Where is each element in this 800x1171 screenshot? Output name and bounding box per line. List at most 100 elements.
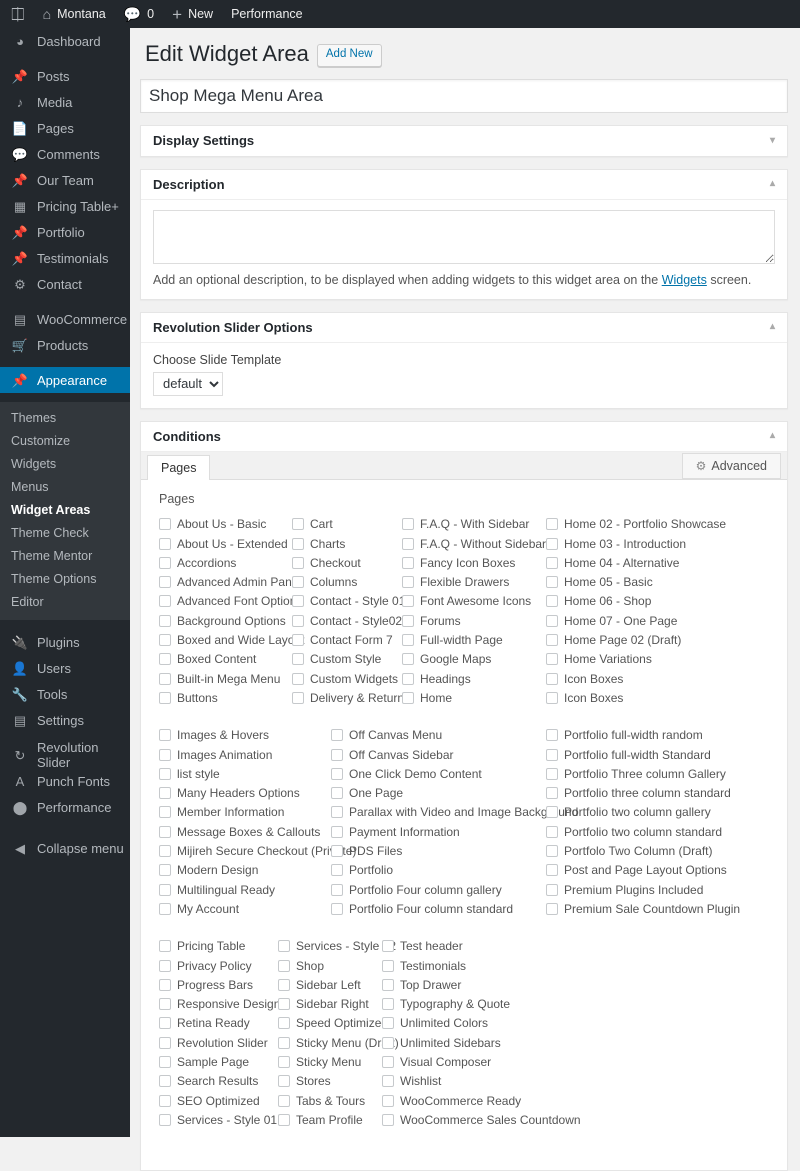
condition-checkbox[interactable] <box>402 518 414 530</box>
sidebar-item-tools[interactable]: 🔧Tools <box>0 681 130 707</box>
condition-checkbox-label[interactable]: Contact - Style 01 <box>310 594 405 608</box>
condition-checkbox-label[interactable]: WooCommerce Sales Countdown <box>400 1113 581 1127</box>
condition-checkbox-label[interactable]: Premium Plugins Included <box>564 883 703 897</box>
condition-checkbox[interactable] <box>402 576 414 588</box>
condition-checkbox-label[interactable]: Sidebar Left <box>296 978 361 992</box>
condition-checkbox-label[interactable]: Top Drawer <box>400 978 461 992</box>
condition-checkbox[interactable] <box>546 557 558 569</box>
condition-checkbox-label[interactable]: Unlimited Sidebars <box>400 1036 501 1050</box>
condition-checkbox-label[interactable]: Post and Page Layout Options <box>564 863 727 877</box>
condition-checkbox-label[interactable]: Testimonials <box>400 959 466 973</box>
condition-checkbox[interactable] <box>292 673 304 685</box>
condition-checkbox[interactable] <box>382 960 394 972</box>
sidebar-subitem-themes[interactable]: Themes <box>0 407 130 430</box>
condition-checkbox[interactable] <box>382 1056 394 1068</box>
condition-checkbox-label[interactable]: Test header <box>400 939 463 953</box>
condition-checkbox[interactable] <box>278 1095 290 1107</box>
condition-checkbox-label[interactable]: PDS Files <box>349 844 402 858</box>
condition-checkbox[interactable] <box>159 960 171 972</box>
chevron-up-icon[interactable]: ▴ <box>770 322 775 332</box>
condition-checkbox-label[interactable]: Headings <box>420 672 471 686</box>
panel-display-settings-header[interactable]: Display Settings ▾ <box>141 126 787 156</box>
condition-checkbox[interactable] <box>159 998 171 1010</box>
condition-checkbox[interactable] <box>159 673 171 685</box>
condition-checkbox[interactable] <box>159 1037 171 1049</box>
condition-checkbox[interactable] <box>278 998 290 1010</box>
condition-checkbox-label[interactable]: SEO Optimized <box>177 1094 260 1108</box>
condition-checkbox[interactable] <box>278 979 290 991</box>
condition-checkbox-label[interactable]: Boxed and Wide Layout <box>177 633 304 647</box>
sidebar-subitem-widget-areas[interactable]: Widget Areas <box>0 499 130 522</box>
condition-checkbox-label[interactable]: Message Boxes & Callouts <box>177 825 320 839</box>
chevron-up-icon[interactable]: ▴ <box>770 431 775 441</box>
condition-checkbox[interactable] <box>159 826 171 838</box>
condition-checkbox[interactable] <box>159 692 171 704</box>
condition-checkbox-label[interactable]: Portfolio three column standard <box>564 786 731 800</box>
collapse-menu-button[interactable]: ◀Collapse menu <box>0 835 130 861</box>
condition-checkbox[interactable] <box>546 595 558 607</box>
condition-checkbox[interactable] <box>159 1075 171 1087</box>
condition-checkbox-label[interactable]: One Click Demo Content <box>349 767 482 781</box>
wordpress-logo-icon[interactable]: ⎅ <box>0 6 34 23</box>
condition-checkbox[interactable] <box>331 845 343 857</box>
condition-checkbox[interactable] <box>546 884 558 896</box>
condition-checkbox-label[interactable]: Built-in Mega Menu <box>177 672 280 686</box>
panel-description-header[interactable]: Description ▴ <box>141 170 787 200</box>
condition-checkbox-label[interactable]: Portfolio two column gallery <box>564 805 711 819</box>
condition-checkbox-label[interactable]: Boxed Content <box>177 652 256 666</box>
condition-checkbox[interactable] <box>159 768 171 780</box>
condition-checkbox-label[interactable]: Icon Boxes <box>564 672 623 686</box>
condition-checkbox[interactable] <box>159 864 171 876</box>
condition-checkbox-label[interactable]: Home 02 - Portfolio Showcase <box>564 517 726 531</box>
condition-checkbox[interactable] <box>382 1075 394 1087</box>
condition-checkbox-label[interactable]: Fancy Icon Boxes <box>420 556 515 570</box>
sidebar-subitem-menus[interactable]: Menus <box>0 476 130 499</box>
condition-checkbox-label[interactable]: Columns <box>310 575 357 589</box>
condition-checkbox-label[interactable]: Background Options <box>177 614 286 628</box>
condition-checkbox-label[interactable]: Parallax with Video and Image Background <box>349 805 578 819</box>
widgets-link[interactable]: Widgets <box>662 273 707 287</box>
condition-checkbox-label[interactable]: Unlimited Colors <box>400 1016 488 1030</box>
condition-checkbox[interactable] <box>402 615 414 627</box>
condition-checkbox-label[interactable]: Payment Information <box>349 825 460 839</box>
condition-checkbox-label[interactable]: Advanced Font Options <box>177 594 302 608</box>
panel-conditions-header[interactable]: Conditions ▴ <box>141 422 787 452</box>
adminbar-comments[interactable]: 💬 0 <box>115 0 163 28</box>
condition-checkbox-label[interactable]: Home Page 02 (Draft) <box>564 633 681 647</box>
condition-checkbox-label[interactable]: Member Information <box>177 805 284 819</box>
condition-checkbox[interactable] <box>382 1095 394 1107</box>
condition-checkbox-label[interactable]: Images & Hovers <box>177 728 269 742</box>
condition-checkbox[interactable] <box>159 1095 171 1107</box>
condition-checkbox[interactable] <box>546 729 558 741</box>
condition-checkbox-label[interactable]: One Page <box>349 786 403 800</box>
condition-checkbox-label[interactable]: Buttons <box>177 691 218 705</box>
condition-checkbox[interactable] <box>159 576 171 588</box>
condition-checkbox[interactable] <box>159 538 171 550</box>
condition-checkbox-label[interactable]: Search Results <box>177 1074 258 1088</box>
condition-checkbox[interactable] <box>546 903 558 915</box>
condition-checkbox[interactable] <box>546 518 558 530</box>
condition-checkbox[interactable] <box>159 729 171 741</box>
condition-checkbox[interactable] <box>546 749 558 761</box>
condition-checkbox-label[interactable]: About Us - Basic <box>177 517 266 531</box>
condition-checkbox[interactable] <box>382 940 394 952</box>
condition-checkbox[interactable] <box>331 864 343 876</box>
condition-checkbox[interactable] <box>331 729 343 741</box>
condition-checkbox-label[interactable]: Off Canvas Sidebar <box>349 748 454 762</box>
adminbar-new-content[interactable]: + New <box>163 0 222 28</box>
slide-template-select[interactable]: default <box>153 372 223 396</box>
condition-checkbox-label[interactable]: Off Canvas Menu <box>349 728 442 742</box>
condition-checkbox[interactable] <box>159 1114 171 1126</box>
condition-checkbox-label[interactable]: Checkout <box>310 556 361 570</box>
condition-checkbox-label[interactable]: Responsive Design <box>177 997 280 1011</box>
condition-checkbox[interactable] <box>292 576 304 588</box>
condition-checkbox[interactable] <box>159 806 171 818</box>
condition-checkbox[interactable] <box>402 557 414 569</box>
condition-checkbox-label[interactable]: F.A.Q - With Sidebar <box>420 517 529 531</box>
advanced-button[interactable]: ⚙ Advanced <box>682 453 781 479</box>
condition-checkbox-label[interactable]: Contact Form 7 <box>310 633 393 647</box>
condition-checkbox-label[interactable]: Flexible Drawers <box>420 575 509 589</box>
sidebar-item-comments[interactable]: 💬Comments <box>0 141 130 167</box>
condition-checkbox-label[interactable]: Home 04 - Alternative <box>564 556 679 570</box>
condition-checkbox[interactable] <box>159 1056 171 1068</box>
